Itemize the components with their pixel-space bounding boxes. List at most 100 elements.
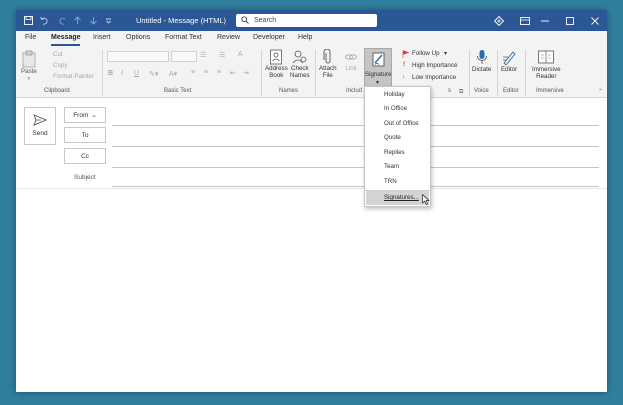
signature-icon xyxy=(372,52,385,67)
ribbon-separator xyxy=(497,50,498,96)
ribbon-separator xyxy=(469,50,470,96)
signature-item-holiday[interactable]: Holiday xyxy=(384,91,405,98)
signatures-menu-item[interactable]: Signatures... xyxy=(366,191,429,205)
signature-item-in-office[interactable]: In Office xyxy=(384,105,407,112)
from-button[interactable]: From ⌄ xyxy=(64,107,106,123)
to-field[interactable] xyxy=(112,146,599,147)
down-arrow-icon: ↓ xyxy=(402,73,406,80)
ribbon-display-icon[interactable] xyxy=(519,15,530,26)
align-right-icon[interactable]: ≡ xyxy=(217,69,221,76)
cut-button[interactable]: Cut xyxy=(53,51,63,58)
chevron-down-icon[interactable]: ▾ xyxy=(27,75,30,82)
dictate-label: Dictate xyxy=(472,66,492,73)
ribbon-separator xyxy=(315,50,316,96)
tab-help[interactable]: Help xyxy=(298,34,312,41)
flag-icon xyxy=(402,50,410,58)
up-arrow-icon[interactable] xyxy=(72,15,82,25)
collapse-ribbon-icon[interactable]: ⌃ xyxy=(598,88,603,95)
maximize-icon[interactable] xyxy=(564,15,575,26)
signature-item-replies[interactable]: Replies xyxy=(384,149,405,156)
cc-field[interactable] xyxy=(112,167,599,168)
signature-item-quote[interactable]: Quote xyxy=(384,134,401,141)
from-label: From xyxy=(73,111,89,119)
tab-format-text[interactable]: Format Text xyxy=(165,34,202,41)
address-book-button[interactable]: Address Book xyxy=(265,49,288,79)
immersive-reader-icon xyxy=(538,50,555,64)
signature-dropdown-menu: Holiday In Office Out of Office Quote Re… xyxy=(364,86,431,207)
bullets-icon[interactable]: ☰ xyxy=(200,51,216,62)
minimize-icon[interactable] xyxy=(539,15,550,26)
follow-up-button[interactable]: Follow Up ▾ xyxy=(402,50,447,60)
from-field[interactable] xyxy=(112,125,599,126)
check-names-label: Check Names xyxy=(290,65,310,79)
window-title: Untitled - Message (HTML) xyxy=(136,16,227,25)
font-color-icon[interactable]: A▾ xyxy=(169,70,177,78)
paperclip-icon xyxy=(323,49,331,64)
font-size-select[interactable] xyxy=(171,51,197,62)
tab-message[interactable]: Message xyxy=(51,34,81,41)
chevron-down-icon: ▾ xyxy=(444,50,448,57)
tab-options[interactable]: Options xyxy=(126,34,150,41)
dialog-launcher-icon[interactable]: ⧉ xyxy=(459,88,463,96)
copy-button[interactable]: Copy xyxy=(53,62,67,69)
decrease-indent-icon[interactable]: ⇤ xyxy=(230,69,236,77)
attach-file-button[interactable]: Attach File xyxy=(319,49,337,79)
follow-up-label: Follow Up xyxy=(412,50,440,57)
chevron-down-icon: ▾ xyxy=(376,79,380,86)
paste-button[interactable]: Paste ▾ xyxy=(21,50,37,82)
exclamation-icon: ! xyxy=(403,61,406,68)
send-button[interactable]: Send xyxy=(24,107,56,145)
down-arrow-icon[interactable] xyxy=(88,15,98,25)
microphone-icon xyxy=(476,50,487,64)
ribbon-separator xyxy=(102,50,103,96)
signature-item-team[interactable]: Team xyxy=(384,163,399,170)
check-names-button[interactable]: Check Names xyxy=(290,49,310,79)
increase-indent-icon[interactable]: ⇥ xyxy=(243,69,249,77)
immersive-reader-label: Immersive Reader xyxy=(532,66,561,80)
dictate-button[interactable]: Dictate xyxy=(472,49,491,73)
tab-insert[interactable]: Insert xyxy=(93,34,111,41)
immersive-reader-button[interactable]: Immersive Reader xyxy=(532,49,561,80)
editor-button[interactable]: Editor xyxy=(501,49,517,73)
tab-review[interactable]: Review xyxy=(217,34,240,41)
immersive-group-label: Immersive xyxy=(536,88,564,94)
to-button[interactable]: To xyxy=(64,127,106,143)
redo-icon[interactable] xyxy=(57,15,67,25)
numbering-icon[interactable]: ☰ xyxy=(219,51,235,62)
undo-icon[interactable] xyxy=(39,15,49,25)
italic-button[interactable]: I xyxy=(121,70,123,77)
tab-developer[interactable]: Developer xyxy=(253,34,285,41)
signature-item-out-of-office[interactable]: Out of Office xyxy=(384,120,419,127)
subject-field[interactable] xyxy=(112,186,599,187)
editor-label: Editor xyxy=(501,66,518,73)
highlight-icon[interactable]: ✎▾ xyxy=(149,70,158,78)
format-painter-button[interactable]: Format Painter xyxy=(53,73,94,80)
message-body[interactable] xyxy=(16,189,607,392)
tab-file[interactable]: File xyxy=(25,34,36,41)
search-input[interactable]: Search xyxy=(236,14,377,27)
link-label: Link xyxy=(345,65,357,72)
send-label: Send xyxy=(32,130,48,137)
send-icon xyxy=(33,114,47,126)
cc-label: Cc xyxy=(81,152,89,160)
diamond-icon[interactable] xyxy=(493,15,504,26)
clear-format-icon[interactable]: A xyxy=(238,51,250,62)
underline-button[interactable]: U xyxy=(134,70,139,77)
align-left-icon[interactable]: ≡ xyxy=(191,69,195,76)
close-icon[interactable] xyxy=(589,15,600,26)
editor-icon xyxy=(503,51,516,66)
align-center-icon[interactable]: ≡ xyxy=(204,69,208,76)
outlook-message-window: Untitled - Message (HTML) Search File Me… xyxy=(16,10,607,392)
bold-button[interactable]: B xyxy=(108,70,113,77)
customize-toolbar-icon[interactable] xyxy=(103,15,113,25)
signature-item-trn[interactable]: TRN xyxy=(384,178,397,185)
signatures-label: Signatures... xyxy=(384,194,419,201)
title-bar: Untitled - Message (HTML) Search xyxy=(16,10,607,31)
font-name-select[interactable] xyxy=(107,51,169,62)
save-icon[interactable] xyxy=(23,15,33,25)
link-button[interactable]: Link xyxy=(344,49,358,72)
search-placeholder: Search xyxy=(254,17,277,24)
ribbon-tabs: File Message Insert Options Format Text … xyxy=(16,31,607,46)
basic-text-group-label: Basic Text xyxy=(164,88,192,94)
cc-button[interactable]: Cc xyxy=(64,148,106,164)
